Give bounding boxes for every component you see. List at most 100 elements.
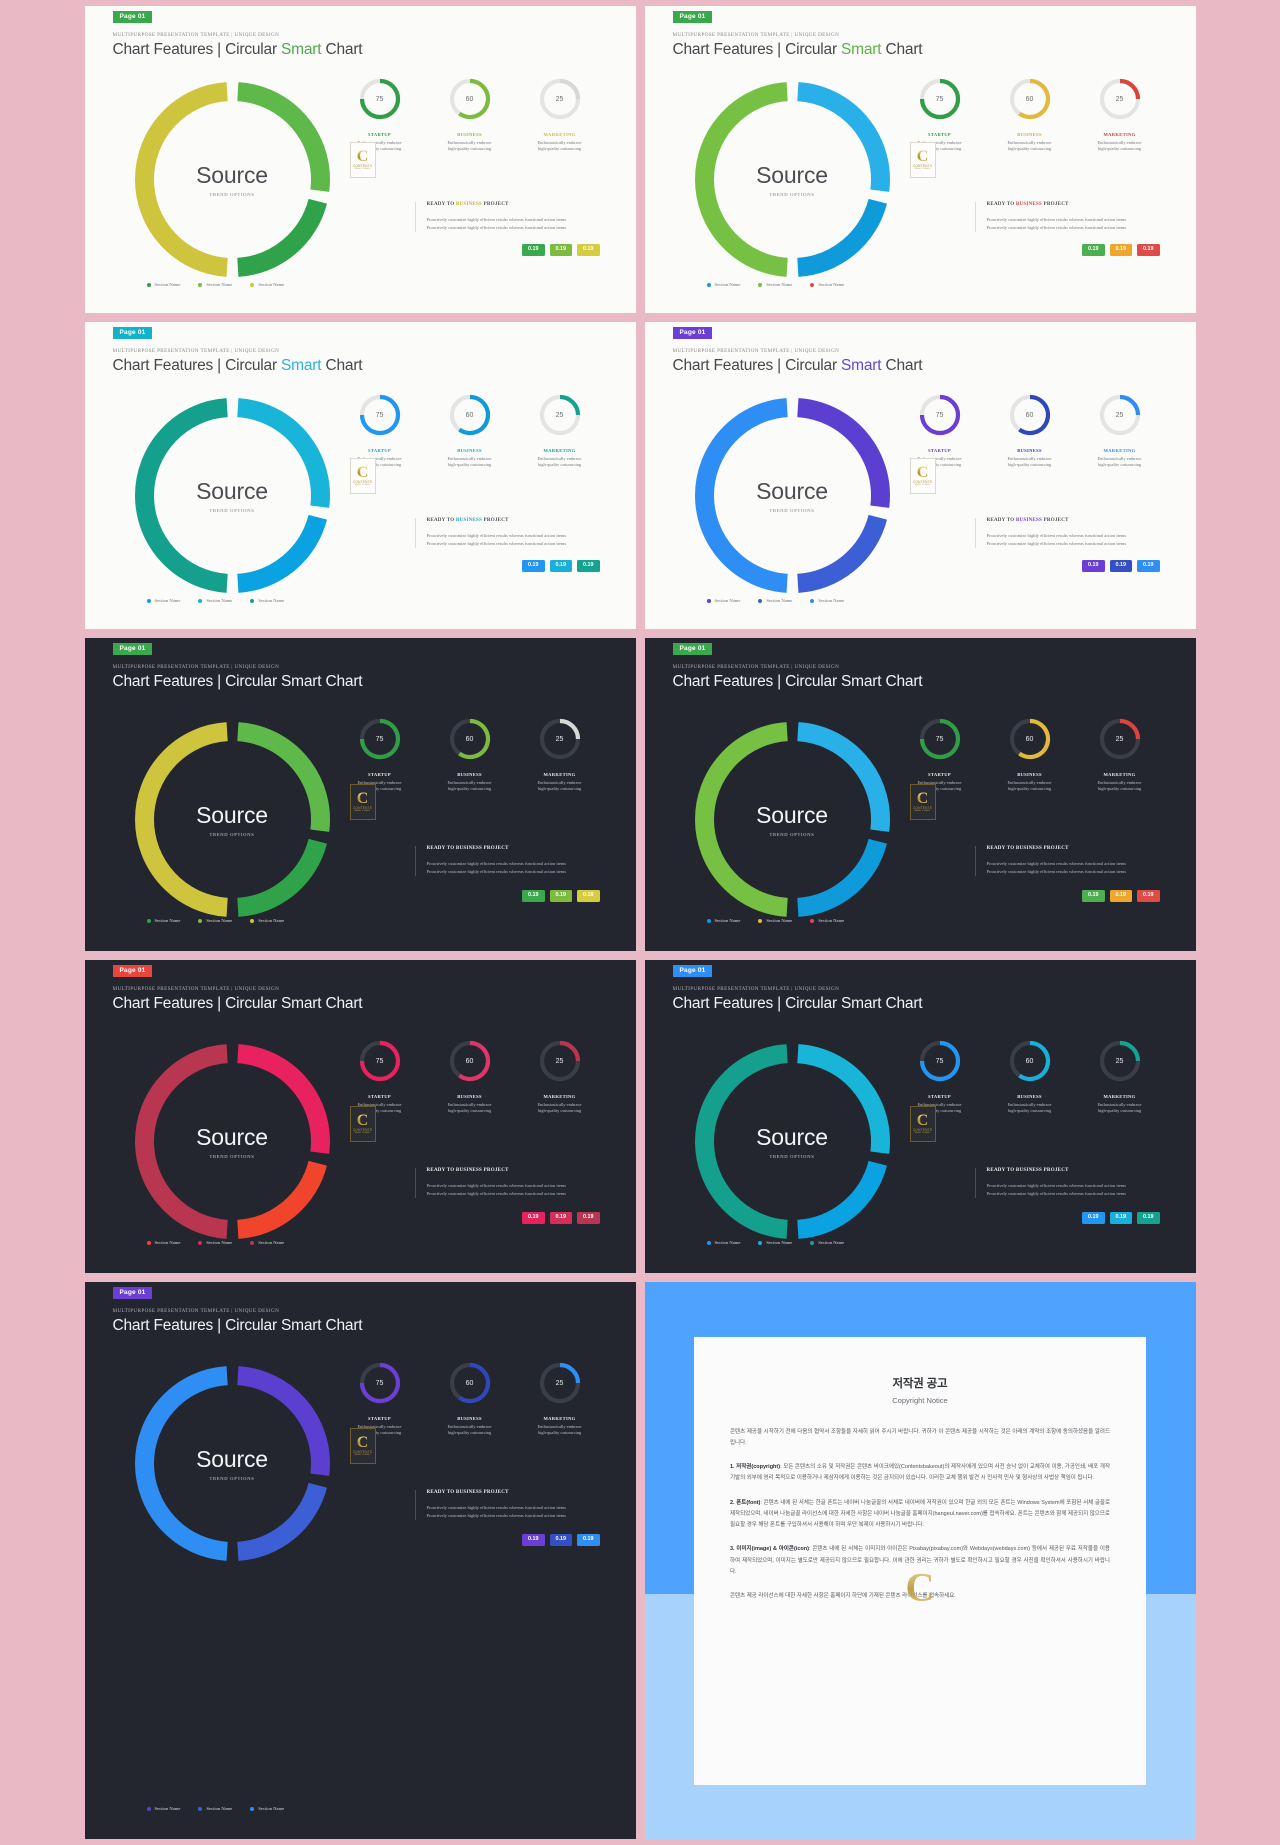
slide-s4[interactable]: Page 01 MULTIPURPOSE PRESENTATION TEMPLA… <box>644 322 1196 629</box>
kpi-card-0[interactable]: 75 STARTUP Enthusiastically embrace high-… <box>357 1360 403 1437</box>
legend-item-0[interactable]: Section Name <box>706 1240 741 1245</box>
legend-item-2[interactable]: Section Name <box>810 282 844 287</box>
kpi-card-1[interactable]: 60 BUSINESS Enthusiastically embrace high… <box>1007 76 1053 153</box>
value-chip-2[interactable]: 0.19 <box>577 1534 600 1546</box>
legend-item-1[interactable]: Section Name <box>758 598 792 603</box>
legend-item-2[interactable]: Section Name <box>250 598 284 603</box>
kpi-card-2[interactable]: 25 MARKETING Enthusiastically embrace hig… <box>1097 392 1143 469</box>
kpi-card-0[interactable]: 75 STARTUP Enthusiastically embrace high-… <box>917 716 963 793</box>
legend-item-2[interactable]: Section Name <box>810 598 844 603</box>
value-chip-1[interactable]: 0.19 <box>1109 560 1132 572</box>
kpi-card-1[interactable]: 60 BUSINESS Enthusiastically embrace high… <box>447 1038 493 1115</box>
value-chip-0[interactable]: 0.19 <box>522 244 545 256</box>
value-chip-1[interactable]: 0.19 <box>1109 244 1132 256</box>
main-donut-chart[interactable]: Source TREND OPTIONS <box>125 1034 340 1249</box>
slide-s5[interactable]: Page 01 MULTIPURPOSE PRESENTATION TEMPLA… <box>84 638 636 951</box>
legend-item-2[interactable]: Section Name <box>250 1240 284 1245</box>
value-chip-2[interactable]: 0.19 <box>1137 1212 1160 1224</box>
slide-s1[interactable]: Page 01 MULTIPURPOSE PRESENTATION TEMPLA… <box>84 6 636 313</box>
value-chip-1[interactable]: 0.19 <box>549 560 572 572</box>
value-chip-1[interactable]: 0.19 <box>1109 890 1132 902</box>
legend-item-0[interactable]: Section Name <box>146 918 180 923</box>
legend-item-0[interactable]: Section Name <box>706 918 740 923</box>
value-chip-2[interactable]: 0.19 <box>577 244 600 256</box>
legend-item-1[interactable]: Section Name <box>198 1240 232 1245</box>
legend-item-2[interactable]: Section Name <box>810 918 844 923</box>
value-chip-0[interactable]: 0.19 <box>522 1212 545 1224</box>
value-chip-0[interactable]: 0.19 <box>522 890 545 902</box>
value-chip-0[interactable]: 0.19 <box>1082 244 1105 256</box>
value-chip-1[interactable]: 0.19 <box>549 1534 572 1546</box>
legend-item-1[interactable]: Section Name <box>198 918 232 923</box>
main-donut-chart[interactable]: Source TREND OPTIONS <box>125 1356 340 1571</box>
slide-s8[interactable]: Page 01 MULTIPURPOSE PRESENTATION TEMPLA… <box>644 960 1196 1273</box>
main-donut-chart[interactable]: Source TREND OPTIONS <box>685 712 900 927</box>
legend-item-2[interactable]: Section Name <box>250 1806 284 1811</box>
kpi-card-0[interactable]: 75 STARTUP Enthusiastically embrace high-… <box>357 1038 403 1115</box>
slide-s6[interactable]: Page 01 MULTIPURPOSE PRESENTATION TEMPLA… <box>644 638 1196 951</box>
legend-item-2[interactable]: Section Name <box>250 918 284 923</box>
main-donut-chart[interactable]: Source TREND OPTIONS <box>685 1034 900 1249</box>
slide-s2[interactable]: Page 01 MULTIPURPOSE PRESENTATION TEMPLA… <box>644 6 1196 313</box>
main-donut-chart[interactable]: Source TREND OPTIONS <box>685 388 900 603</box>
value-chip-2[interactable]: 0.19 <box>577 560 600 572</box>
kpi-card-2[interactable]: 25 MARKETING Enthusiastically embrace hig… <box>537 716 583 793</box>
value-chip-2[interactable]: 0.19 <box>1137 890 1160 902</box>
slide-s7[interactable]: Page 01 MULTIPURPOSE PRESENTATION TEMPLA… <box>84 960 636 1273</box>
value-chip-2[interactable]: 0.19 <box>1137 244 1160 256</box>
legend-item-1[interactable]: Section Name <box>198 282 232 287</box>
legend-item-0[interactable]: Section Name <box>706 598 740 603</box>
contents-logo-card: C CONTENTS REAL CLASS <box>349 784 376 820</box>
legend-item-1[interactable]: Section Name <box>198 1806 232 1811</box>
value-chip-1[interactable]: 0.19 <box>549 244 572 256</box>
main-donut-chart[interactable]: Source TREND OPTIONS <box>685 72 900 287</box>
kpi-card-1[interactable]: 60 BUSINESS Enthusiastically embrace high… <box>1007 716 1053 793</box>
value-chip-0[interactable]: 0.19 <box>1082 560 1105 572</box>
value-chip-2[interactable]: 0.19 <box>1137 560 1160 572</box>
kpi-card-1[interactable]: 60 BUSINESS Enthusiastically embrace high… <box>1007 392 1053 469</box>
legend-item-0[interactable]: Section Name <box>146 1240 180 1245</box>
kpi-card-2[interactable]: 25 MARKETING Enthusiastically embrace hig… <box>1097 76 1143 153</box>
value-chip-1[interactable]: 0.19 <box>549 890 572 902</box>
kpi-card-1[interactable]: 60 BUSINESS Enthusiastically embrace high… <box>1007 1038 1053 1115</box>
legend-item-2[interactable]: Section Name <box>250 282 284 287</box>
kpi-card-0[interactable]: 75 STARTUP Enthusiastically embrace high-… <box>357 716 403 793</box>
value-chip-0[interactable]: 0.19 <box>1082 890 1105 902</box>
legend-item-1[interactable]: Section Name <box>758 282 792 287</box>
kpi-card-1[interactable]: 60 BUSINESS Enthusiastically embrace high… <box>447 392 493 469</box>
legend-item-2[interactable]: Section Name <box>810 1240 844 1245</box>
legend-item-0[interactable]: Section Name <box>146 1806 180 1811</box>
main-donut-chart[interactable]: Source TREND OPTIONS <box>125 72 340 287</box>
slide-kicker: MULTIPURPOSE PRESENTATION TEMPLATE | UNI… <box>112 348 280 354</box>
page-badge: Page 01 <box>112 643 153 655</box>
legend-item-1[interactable]: Section Name <box>758 1240 792 1245</box>
kpi-card-1[interactable]: 60 BUSINESS Enthusiastically embrace high… <box>447 1360 493 1437</box>
kpi-card-1[interactable]: 60 BUSINESS Enthusiastically embrace high… <box>447 716 493 793</box>
kpi-card-1[interactable]: 60 BUSINESS Enthusiastically embrace high… <box>447 76 493 153</box>
legend-item-1[interactable]: Section Name <box>758 918 792 923</box>
kpi-card-2[interactable]: 25 MARKETING Enthusiastically embrace hig… <box>537 392 583 469</box>
legend-item-0[interactable]: Section Name <box>146 598 180 603</box>
legend-item-0[interactable]: Section Name <box>706 282 740 287</box>
main-donut-chart[interactable]: Source TREND OPTIONS <box>125 712 340 927</box>
main-donut-chart[interactable]: Source TREND OPTIONS <box>125 388 340 603</box>
kpi-card-2[interactable]: 25 MARKETING Enthusiastically embrace hig… <box>1097 716 1143 793</box>
value-chip-2[interactable]: 0.19 <box>577 890 600 902</box>
value-chip-1[interactable]: 0.19 <box>1109 1212 1132 1224</box>
legend-item-0[interactable]: Section Name <box>146 282 180 287</box>
kpi-card-2[interactable]: 25 MARKETING Enthusiastically embrace hig… <box>537 76 583 153</box>
legend-label-0: Section Name <box>714 1240 741 1245</box>
value-chip-0[interactable]: 0.19 <box>522 560 545 572</box>
kpi-card-2[interactable]: 25 MARKETING Enthusiastically embrace hig… <box>537 1038 583 1115</box>
value-chip-1[interactable]: 0.19 <box>549 1212 572 1224</box>
legend-dot-icon-2 <box>810 918 815 923</box>
legend-item-1[interactable]: Section Name <box>198 598 232 603</box>
value-chip-0[interactable]: 0.19 <box>522 1534 545 1546</box>
value-chip-0[interactable]: 0.19 <box>1082 1212 1105 1224</box>
value-chip-2[interactable]: 0.19 <box>577 1212 600 1224</box>
slide-s9[interactable]: Page 01 MULTIPURPOSE PRESENTATION TEMPLA… <box>84 1282 636 1839</box>
kpi-card-0[interactable]: 75 STARTUP Enthusiastically embrace high-… <box>917 1038 963 1115</box>
kpi-card-2[interactable]: 25 MARKETING Enthusiastically embrace hig… <box>537 1360 583 1437</box>
kpi-card-2[interactable]: 25 MARKETING Enthusiastically embrace hig… <box>1097 1038 1143 1115</box>
slide-s3[interactable]: Page 01 MULTIPURPOSE PRESENTATION TEMPLA… <box>84 322 636 629</box>
